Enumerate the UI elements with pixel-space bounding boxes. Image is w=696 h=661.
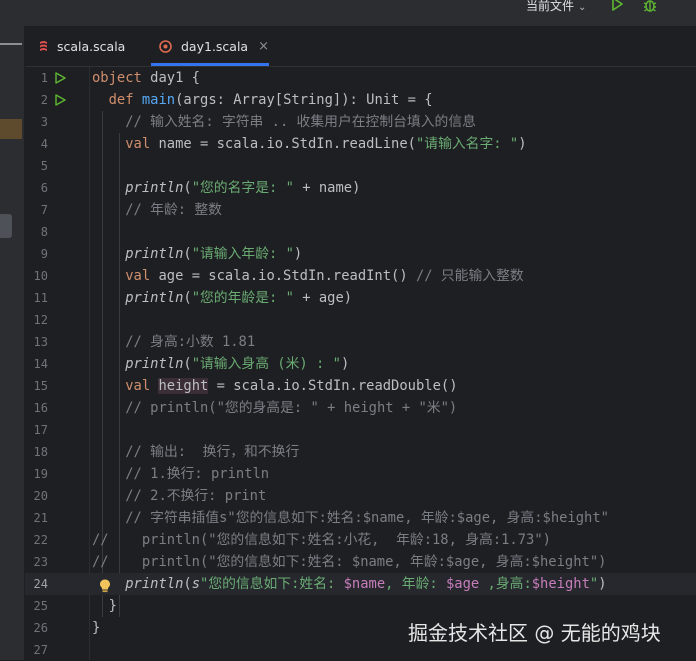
code-line[interactable]: 3 // 输入姓名: 字符串 .. 收集用户在控制台填入的信息 bbox=[25, 111, 696, 133]
code-line[interactable]: 17 bbox=[25, 419, 696, 441]
code-text: // 身高:小数 1.81 bbox=[92, 334, 256, 350]
line-number: 2 bbox=[40, 93, 48, 107]
code-text: object day1 { bbox=[92, 70, 200, 86]
code-line[interactable]: 23 // println("您的信息如下:姓名: $name, 年龄:$age,… bbox=[25, 551, 696, 573]
code-text: // 2.不换行: print bbox=[92, 488, 267, 504]
code-line[interactable]: 5 bbox=[25, 155, 696, 177]
line-number: 10 bbox=[33, 269, 48, 283]
code-line[interactable]: 20 // 2.不换行: print bbox=[25, 485, 696, 507]
scala-object-icon bbox=[159, 39, 172, 53]
tab-label: day1.scala bbox=[181, 38, 249, 54]
code-line[interactable]: 25 } bbox=[25, 595, 696, 617]
gutter-run-icon[interactable] bbox=[54, 72, 66, 84]
tab-label: scala.scala bbox=[57, 38, 126, 54]
line-number: 24 bbox=[33, 577, 48, 591]
editor-tab-bar: scala.scala day1.scala × bbox=[25, 26, 696, 67]
code-line[interactable]: 1 object day1 { bbox=[25, 67, 696, 89]
code-text: println("请输入身高 (米) : ") bbox=[125, 356, 350, 372]
code-text: // 1.换行: println bbox=[92, 466, 270, 482]
line-number: 22 bbox=[33, 533, 48, 547]
code-line[interactable]: 14 println("请输入身高 (米) : ") bbox=[25, 353, 696, 375]
watermark-text: 掘金技术社区 @ 无能的鸡块 bbox=[408, 621, 661, 645]
line-number: 7 bbox=[40, 203, 48, 217]
tab-scala-scala[interactable]: scala.scala bbox=[39, 26, 125, 66]
strip-separator bbox=[0, 43, 22, 45]
code-text: val age = scala.io.StdIn.readInt() // 只能… bbox=[125, 268, 524, 284]
code-text: def main(args: Array[String]): Unit = { bbox=[108, 92, 433, 108]
code-editor[interactable]: 1 object day1 { 2 def main(args: Array[Str… bbox=[25, 67, 696, 660]
code-line[interactable]: 2 def main(args: Array[String]): Unit = … bbox=[25, 89, 696, 111]
code-line[interactable]: 6 println("您的名字是: " + name) bbox=[25, 177, 696, 199]
close-icon[interactable]: × bbox=[258, 39, 269, 54]
code-text: println("您的名字是: " + name) bbox=[125, 180, 361, 196]
line-number: 14 bbox=[33, 357, 48, 371]
tab-day1-scala[interactable]: day1.scala × bbox=[159, 26, 269, 66]
code-text: val height = scala.io.StdIn.readDouble() bbox=[125, 378, 458, 394]
code-text: // 字符串插值s"您的信息如下:姓名:$name, 年龄:$age, 身高:$… bbox=[92, 510, 609, 526]
gutter-run-icon[interactable] bbox=[54, 94, 66, 106]
line-number: 17 bbox=[33, 423, 48, 437]
code-line[interactable]: 15 val height = scala.io.StdIn.readDoubl… bbox=[25, 375, 696, 397]
line-number: 16 bbox=[33, 401, 48, 415]
line-number: 1 bbox=[40, 71, 48, 85]
line-number: 12 bbox=[33, 313, 48, 327]
line-number: 5 bbox=[40, 159, 48, 173]
left-tool-strip bbox=[0, 26, 25, 660]
title-toolbar: 当前文件 ⌄ bbox=[0, 0, 696, 26]
code-line[interactable]: 11 println("您的年龄是: " + age) bbox=[25, 287, 696, 309]
code-text: // 输出: 换行，和不换行 bbox=[92, 444, 300, 460]
active-tab-indicator bbox=[151, 63, 269, 66]
code-text: } bbox=[92, 620, 101, 636]
line-number: 21 bbox=[33, 511, 48, 525]
code-line[interactable]: 7 // 年龄: 整数 bbox=[25, 199, 696, 221]
line-number: 20 bbox=[33, 489, 48, 503]
line-number: 27 bbox=[33, 643, 48, 657]
line-number: 25 bbox=[33, 599, 48, 613]
code-line[interactable]: 24 println(s"您的信息如下:姓名: $name, 年龄: $age … bbox=[25, 573, 696, 595]
code-line[interactable]: 18 // 输出: 换行，和不换行 bbox=[25, 441, 696, 463]
strip-scroll-handle[interactable] bbox=[0, 214, 12, 238]
run-configuration-selector[interactable]: 当前文件 ⌄ bbox=[526, 0, 586, 14]
line-number: 8 bbox=[40, 225, 48, 239]
code-text: // println("您的身高是: " + height + "米") bbox=[92, 400, 458, 416]
line-number: 3 bbox=[40, 115, 48, 129]
debug-bug-icon[interactable] bbox=[642, 0, 658, 13]
line-number: 13 bbox=[33, 335, 48, 349]
code-line[interactable]: 16 // println("您的身高是: " + height + "米") bbox=[25, 397, 696, 419]
code-line[interactable]: 4 val name = scala.io.StdIn.readLine("请输… bbox=[25, 133, 696, 155]
code-line[interactable]: 13 // 身高:小数 1.81 bbox=[25, 331, 696, 353]
scala-file-icon bbox=[40, 40, 47, 51]
chevron-down-icon: ⌄ bbox=[578, 2, 587, 13]
code-text: val name = scala.io.StdIn.readLine("请输入名… bbox=[125, 136, 527, 152]
code-text: // println("您的信息如下:姓名:小花, 年龄:18, 身高:1.73… bbox=[92, 532, 551, 548]
code-line[interactable]: 19 // 1.换行: println bbox=[25, 463, 696, 485]
code-text: println(s"您的信息如下:姓名: $name, 年龄: $age ,身高… bbox=[125, 576, 607, 592]
code-text: } bbox=[92, 598, 117, 614]
line-number: 6 bbox=[40, 181, 48, 195]
line-number: 19 bbox=[33, 467, 48, 481]
code-text: // println("您的信息如下:姓名: $name, 年龄:$age, 身… bbox=[92, 554, 607, 570]
code-line[interactable]: 22 // println("您的信息如下:姓名:小花, 年龄:18, 身高:1.… bbox=[25, 529, 696, 551]
line-number: 4 bbox=[40, 137, 48, 151]
code-line[interactable]: 9 println("请输入年龄: ") bbox=[25, 243, 696, 265]
code-text: // 输入姓名: 字符串 .. 收集用户在控制台填入的信息 bbox=[92, 114, 476, 130]
strip-highlight bbox=[0, 119, 22, 139]
run-configuration-label: 当前文件 bbox=[526, 0, 575, 13]
line-number: 11 bbox=[33, 291, 48, 305]
line-number: 15 bbox=[33, 379, 48, 393]
code-line[interactable]: 10 val age = scala.io.StdIn.readInt() //… bbox=[25, 265, 696, 287]
line-number: 18 bbox=[33, 445, 48, 459]
line-number: 26 bbox=[33, 621, 48, 635]
code-text: println("您的年龄是: " + age) bbox=[125, 290, 353, 306]
line-number: 23 bbox=[33, 555, 48, 569]
line-number: 9 bbox=[40, 247, 48, 261]
code-text: // 年龄: 整数 bbox=[92, 202, 222, 218]
run-icon[interactable] bbox=[610, 0, 624, 11]
code-line[interactable]: 21 // 字符串插值s"您的信息如下:姓名:$name, 年龄:$age, 身… bbox=[25, 507, 696, 529]
code-line[interactable]: 8 bbox=[25, 221, 696, 243]
code-text: println("请输入年龄: ") bbox=[125, 246, 303, 262]
code-line[interactable]: 12 bbox=[25, 309, 696, 331]
